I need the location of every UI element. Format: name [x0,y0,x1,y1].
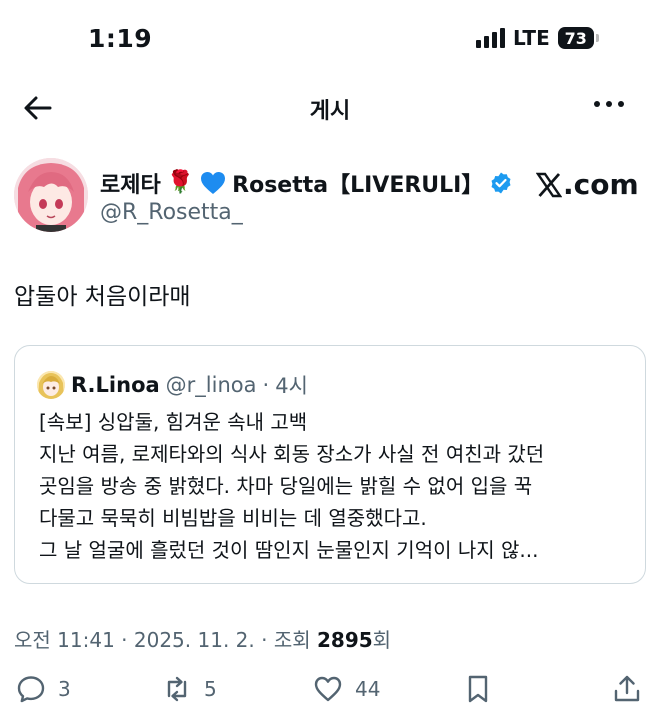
quoted-tweet[interactable]: R.Linoa @r_linoa · 4시 [속보] 싱압둘, 힘겨운 속내 고… [14,345,646,584]
more-options-icon[interactable] [594,101,624,107]
battery-icon: 73 [557,27,599,49]
views-label: 조회 [273,628,311,652]
quote-author-name: R.Linoa [71,373,160,397]
status-icons: LTE 73 [476,26,599,50]
meta-separator: · [121,628,128,652]
status-time: 1:19 [88,24,153,53]
battery-level: 73 [557,27,594,49]
view-count: 2895 [316,628,373,652]
author-name-suffix: Rosetta【LIVERULI】 [232,173,484,198]
quote-line: 지난 여름, 로제타와의 식사 회동 장소가 사실 전 여친과 갔던 [39,442,545,466]
quote-line: 곳임을 방송 중 밝혔다. 차마 당일에는 밝힐 수 없어 입을 꾹 [39,474,533,498]
post-time: 오전 11:41 [14,628,115,652]
blue-heart-icon [201,172,226,194]
signal-icon [476,28,505,48]
reply-count: 3 [58,677,71,701]
bookmark-icon [468,675,488,703]
like-count: 44 [355,677,381,701]
quote-body: [속보] 싱압둘, 힘겨운 속내 고백 지난 여름, 로제타와의 식사 회동 장… [39,406,629,566]
quote-time: 4시 [275,374,308,398]
watermark-text: .com [563,168,639,201]
views-suffix: 회 [372,628,392,652]
bookmark-button[interactable] [463,674,493,704]
quote-line: [속보] 싱압둘, 힘겨운 속내 고백 [39,410,308,434]
meta-separator: · [261,628,268,652]
share-icon [614,675,640,702]
action-bar: 3 5 44 [0,674,660,710]
retweet-icon [167,676,187,702]
tweet-text: 압둘아 처음이라매 [14,284,191,310]
retweet-button[interactable]: 5 [162,674,217,704]
post-date: 2025. 11. 2. [133,628,255,652]
quote-separator: · [262,373,270,397]
quote-line: 다물고 묵묵히 비빔밥을 비비는 데 열중했다고. [39,506,427,530]
quote-line: 그 날 얼굴에 흘렀던 것이 땀인지 눈물인지 기억이 나지 않... [39,538,539,562]
network-type: LTE [513,26,550,50]
tweet-meta: 오전 11:41 · 2025. 11. 2. · 조회 2895회 [14,624,391,653]
heart-icon [314,676,342,702]
x-com-watermark: .com [536,168,639,201]
reply-icon [17,676,45,703]
quote-author-handle: @r_linoa [165,373,257,397]
page-title: 게시 [309,99,351,124]
verified-badge-icon [491,172,511,194]
rose-emoji: 🌹 [166,170,195,195]
author-avatar[interactable] [14,158,88,232]
author-name-text: 로제타 [100,173,161,198]
reply-button[interactable]: 3 [16,674,71,704]
retweet-count: 5 [204,677,217,701]
quote-author-avatar [37,371,65,399]
x-logo-icon [536,172,562,197]
like-button[interactable]: 44 [313,674,380,704]
share-button[interactable] [612,674,642,704]
author-handle[interactable]: @R_Rosetta_ [100,200,243,225]
author-display-name[interactable]: 로제타 🌹 Rosetta【LIVERULI】 [100,167,513,199]
quote-header: R.Linoa @r_linoa · 4시 [37,370,308,400]
